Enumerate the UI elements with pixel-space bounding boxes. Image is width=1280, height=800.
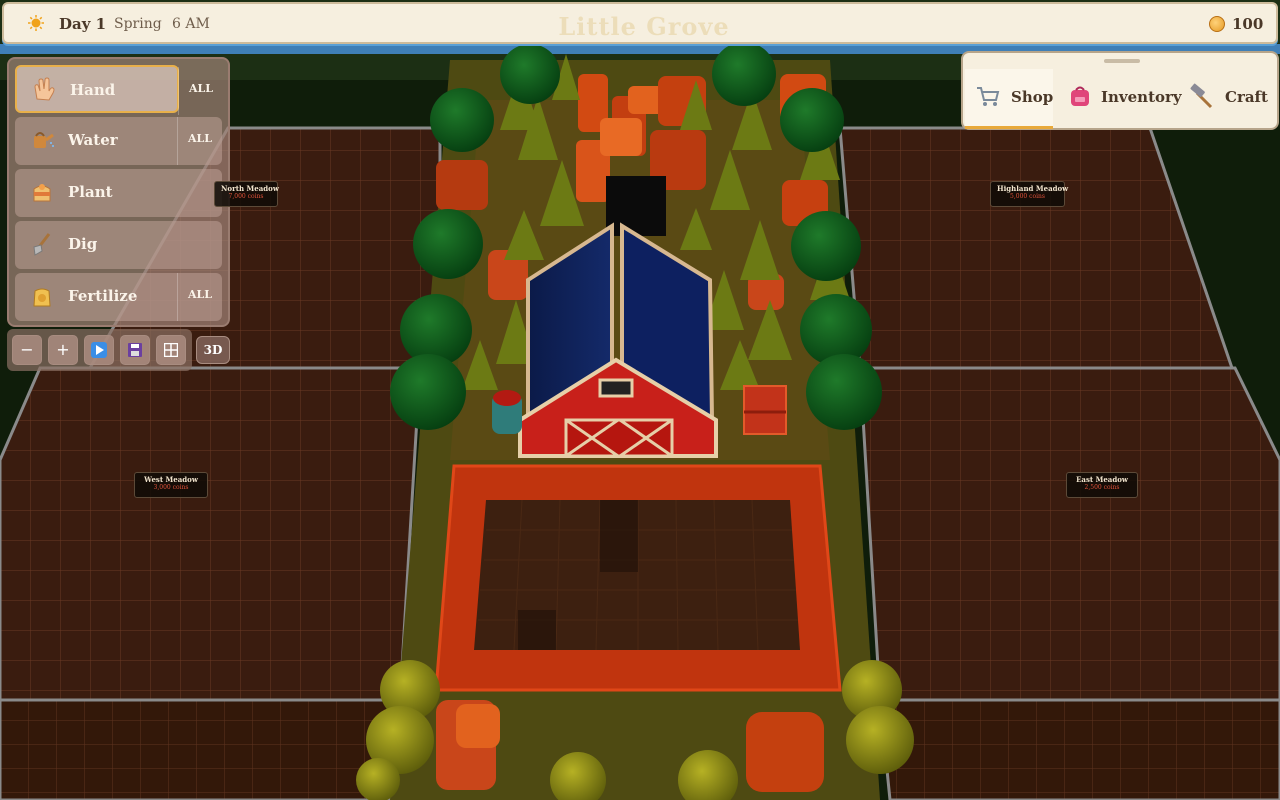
- tool-all-button[interactable]: ALL: [177, 273, 222, 321]
- drag-handle[interactable]: [1104, 59, 1140, 63]
- shovel-icon: [33, 233, 51, 256]
- region-highland-meadow[interactable]: Highland Meadow 5,000 coins: [990, 181, 1069, 207]
- tool-panel: Hand ALL Water ALL Plant Dig Fertilize A…: [7, 57, 230, 327]
- floppy-disk-icon: [128, 343, 142, 357]
- tool-water[interactable]: Water ALL: [15, 117, 222, 165]
- region-north-meadow[interactable]: North Meadow 7,000 coins: [214, 181, 279, 207]
- tool-label: Water: [68, 131, 118, 149]
- region-east-meadow[interactable]: East Meadow 2,500 coins: [1066, 472, 1138, 498]
- play-icon: [91, 342, 107, 358]
- tool-dig[interactable]: Dig: [15, 221, 222, 269]
- west-plot: [0, 366, 422, 702]
- save-button[interactable]: [120, 335, 150, 365]
- game-title: Little Grove: [558, 12, 730, 41]
- fertilizer-bag-icon: [33, 288, 51, 307]
- cart-icon: [977, 87, 1000, 106]
- region-name: West Meadow: [144, 475, 198, 484]
- game-viewport[interactable]: Day 1 Spring 6 AM Little Grove 100 Hand …: [0, 0, 1280, 800]
- tab-label: Craft: [1225, 88, 1268, 106]
- zoom-out-button[interactable]: −: [12, 335, 42, 365]
- view-3d-button[interactable]: 3D: [196, 336, 230, 364]
- sun-icon: [28, 15, 44, 31]
- tab-label: Shop: [1011, 88, 1054, 106]
- tool-fertilize[interactable]: Fertilize ALL: [15, 273, 222, 321]
- coin-balance: 100: [1232, 15, 1264, 33]
- region-price: 7,000 coins: [228, 193, 264, 200]
- backpack-icon: [1071, 86, 1089, 106]
- region-price: 2,500 coins: [1084, 484, 1120, 491]
- tool-label: Plant: [68, 183, 113, 201]
- tab-label: Inventory: [1101, 88, 1182, 106]
- coin-icon: [1209, 16, 1225, 32]
- tool-label: Dig: [68, 235, 98, 253]
- seed-bag-icon: [33, 184, 51, 202]
- east-plot: [858, 366, 1280, 702]
- fenced-field: [434, 464, 842, 692]
- play-button[interactable]: [84, 335, 114, 365]
- crate: [743, 385, 787, 435]
- grid-toggle-button[interactable]: [156, 335, 186, 365]
- region-price: 5,000 coins: [1010, 193, 1045, 200]
- watering-can-icon: [34, 132, 54, 148]
- top-bar: Day 1 Spring 6 AM Little Grove 100: [2, 2, 1278, 44]
- hand-icon: [34, 77, 55, 101]
- tab-inventory[interactable]: Inventory: [1067, 69, 1182, 129]
- hammer-icon: [1190, 83, 1213, 109]
- tool-label: Fertilize: [68, 287, 138, 305]
- tool-hand[interactable]: Hand ALL: [15, 65, 213, 115]
- tool-label: Hand: [70, 81, 116, 99]
- tab-craft[interactable]: Craft: [1189, 69, 1279, 129]
- tab-shop[interactable]: Shop: [965, 69, 1053, 129]
- tool-plant[interactable]: Plant: [15, 169, 222, 217]
- grid-icon: [163, 342, 179, 358]
- day-counter: Day 1: [59, 15, 107, 33]
- tool-all-button[interactable]: ALL: [177, 117, 222, 165]
- view-controls: − +: [7, 329, 192, 371]
- tool-all-button[interactable]: ALL: [178, 67, 223, 115]
- region-west-meadow[interactable]: West Meadow 3,000 coins: [134, 472, 208, 498]
- region-name: East Meadow: [1076, 475, 1128, 484]
- region-name: Highland Meadow: [997, 184, 1069, 193]
- region-price: 3,000 coins: [153, 484, 189, 491]
- zoom-in-button[interactable]: +: [48, 335, 78, 365]
- barrel: [492, 390, 522, 434]
- time-label: 6 AM: [172, 16, 210, 32]
- season-label: Spring: [114, 16, 162, 32]
- shop-panel: Shop Inventory Craft: [961, 51, 1279, 130]
- region-name: North Meadow: [221, 184, 279, 193]
